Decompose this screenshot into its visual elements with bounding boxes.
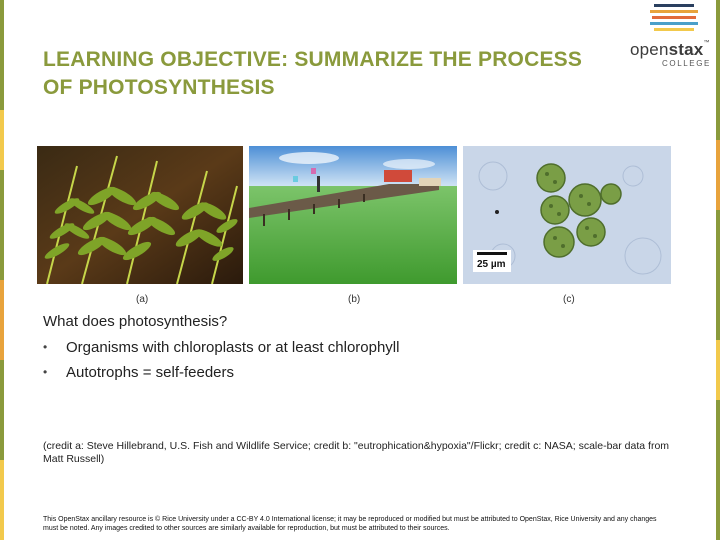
bullet-icon: • [43, 340, 48, 354]
slide-title: LEARNING OBJECTIVE: SUMMARIZE THE PROCES… [43, 48, 583, 99]
question-text: What does photosynthesis? [43, 313, 228, 330]
list-item: • Organisms with chloroplasts or at least… [43, 339, 400, 356]
logo-stripes [650, 4, 698, 34]
figure-label-a: (a) [136, 294, 149, 305]
figure-label-b: (b) [348, 294, 361, 305]
bullet-icon: • [43, 365, 48, 379]
algal-bloom-photo [249, 146, 457, 284]
figure-label-c: (c) [563, 294, 575, 305]
bullet-list: • Organisms with chloroplasts or at least… [43, 338, 399, 388]
license-footer: This OpenStax ancillary resource is © Ri… [43, 516, 657, 532]
left-accent-strip [0, 0, 4, 540]
photo-figure: 25 µm [37, 146, 671, 284]
fern-photo [37, 146, 243, 284]
logo-wordmark: openstax™ [630, 40, 710, 59]
scale-bar-label: 25 µm [477, 259, 506, 270]
scale-bar [477, 252, 507, 255]
logo-college: COLLEGE [662, 59, 711, 68]
image-credit: (credit a: Steve Hillebrand, U.S. Fish a… [43, 440, 670, 465]
openstax-college-logo: openstax™ COLLEGE [626, 4, 716, 68]
list-item: • Autotrophs = self-feeders [43, 364, 235, 381]
right-accent-strip [716, 0, 720, 540]
micrograph-photo: 25 µm [463, 146, 671, 284]
